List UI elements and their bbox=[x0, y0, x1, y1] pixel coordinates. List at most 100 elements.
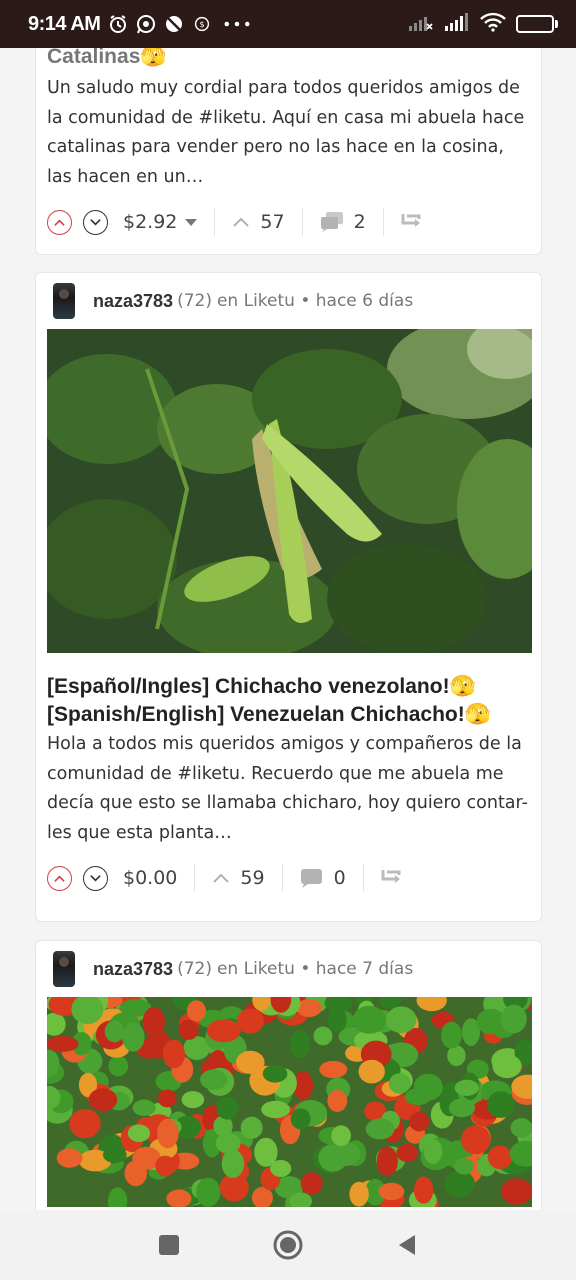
comments-count[interactable]: 0 bbox=[300, 867, 346, 889]
pepper-shape bbox=[448, 1098, 476, 1118]
post-excerpt[interactable]: Hola a todos mis queridos amigos y compa… bbox=[36, 730, 541, 848]
avatar[interactable] bbox=[53, 951, 75, 987]
chevron-down-icon bbox=[90, 218, 101, 226]
caret-down-icon bbox=[185, 218, 198, 226]
pepper-shape bbox=[186, 1000, 206, 1022]
whatsapp-icon bbox=[136, 14, 156, 34]
post-image[interactable] bbox=[47, 997, 532, 1207]
upvote-button[interactable] bbox=[47, 209, 72, 235]
pepper-shape bbox=[196, 1177, 221, 1207]
pepper-shape bbox=[103, 1146, 127, 1163]
post-title[interactable]: [Español/Ingles] Chichacho venezolano!🫣 … bbox=[36, 673, 541, 729]
mute-icon bbox=[164, 14, 184, 34]
downvote-button[interactable] bbox=[83, 865, 108, 891]
post-meta[interactable]: en Liketu • hace 6 días bbox=[217, 291, 413, 311]
wifi-icon bbox=[480, 12, 506, 36]
vote-count[interactable]: 57 bbox=[232, 211, 285, 233]
chevron-up-icon bbox=[233, 217, 250, 227]
comments-count[interactable]: 2 bbox=[320, 211, 366, 233]
comments-count-value: 0 bbox=[333, 867, 346, 889]
dollar-icon: $ bbox=[192, 14, 212, 34]
pepper-shape bbox=[404, 1088, 431, 1106]
reblog-button[interactable] bbox=[381, 867, 403, 890]
pepper-shape bbox=[221, 1149, 245, 1179]
pepper-shape bbox=[443, 1170, 475, 1198]
pepper-shape bbox=[216, 1096, 239, 1120]
home-button[interactable] bbox=[268, 1225, 308, 1265]
post-meta[interactable]: en Liketu • hace 7 días bbox=[217, 959, 413, 979]
upvote-button[interactable] bbox=[47, 865, 72, 891]
vote-count[interactable]: 59 bbox=[212, 867, 265, 889]
bean-plant-image bbox=[47, 329, 532, 653]
post-card[interactable]: Catalinas🫣 Un saludo muy cordial para to… bbox=[35, 48, 542, 255]
back-button[interactable] bbox=[387, 1225, 427, 1265]
svg-text:$: $ bbox=[200, 20, 205, 29]
pepper-shape bbox=[132, 1099, 156, 1116]
payout[interactable]: $0.00 bbox=[123, 867, 177, 889]
recents-button[interactable] bbox=[149, 1225, 189, 1265]
reblog-icon bbox=[381, 869, 401, 883]
divider bbox=[382, 208, 384, 236]
pepper-shape bbox=[500, 1004, 527, 1034]
chevron-up-icon bbox=[54, 874, 65, 882]
comments-icon bbox=[320, 212, 343, 232]
pepper-shape bbox=[261, 1100, 290, 1119]
post-title[interactable]: Catalinas🫣 bbox=[36, 48, 541, 71]
post-excerpt[interactable]: Un saludo muy cordial para todos querido… bbox=[36, 74, 541, 192]
post-card[interactable]: naza3783 (72) en Liketu • hace 6 días [E… bbox=[35, 272, 542, 922]
peppers-image bbox=[47, 997, 532, 1207]
author-reputation: (72) bbox=[177, 291, 212, 311]
post-actions: $2.92 57 2 bbox=[36, 192, 541, 252]
author-name[interactable]: naza3783 bbox=[93, 291, 173, 312]
post-header: naza3783 (72) en Liketu • hace 7 días bbox=[36, 941, 541, 997]
pepper-shape bbox=[510, 1118, 532, 1138]
battery-icon: 40 bbox=[516, 15, 558, 33]
avatar[interactable] bbox=[53, 283, 75, 319]
pepper-shape bbox=[331, 1125, 351, 1147]
divider bbox=[214, 208, 216, 236]
status-bar: 9:14 AM $ 40 bbox=[0, 0, 576, 48]
payout-value: $0.00 bbox=[123, 867, 178, 889]
divider bbox=[301, 208, 303, 236]
pepper-shape bbox=[300, 1172, 323, 1195]
pepper-shape bbox=[327, 1005, 347, 1033]
feed[interactable]: Catalinas🫣 Un saludo muy cordial para to… bbox=[0, 48, 576, 1210]
home-icon bbox=[273, 1230, 303, 1260]
pepper-shape bbox=[386, 1006, 417, 1034]
pepper-shape bbox=[487, 1091, 515, 1118]
pepper-shape bbox=[162, 1039, 185, 1069]
pepper-shape bbox=[240, 1116, 263, 1139]
post-actions: $0.00 59 0 bbox=[36, 848, 541, 908]
navigation-bar bbox=[0, 1210, 576, 1280]
pepper-shape bbox=[155, 1155, 176, 1177]
pepper-shape bbox=[409, 1111, 430, 1132]
divider bbox=[362, 864, 364, 892]
battery-level: 40 bbox=[534, 17, 550, 31]
chevron-up-icon bbox=[54, 218, 65, 226]
pepper-shape bbox=[236, 1008, 264, 1034]
divider bbox=[281, 864, 283, 892]
pepper-shape bbox=[454, 1079, 479, 1096]
pepper-shape bbox=[104, 1020, 125, 1043]
pepper-shape bbox=[47, 1035, 79, 1052]
pepper-shape bbox=[500, 1178, 532, 1205]
pepper-shape bbox=[313, 1026, 333, 1046]
pepper-shape bbox=[376, 1146, 398, 1177]
reblog-button[interactable] bbox=[401, 211, 423, 234]
payout-value: $2.92 bbox=[123, 211, 178, 233]
comments-count-value: 2 bbox=[353, 211, 366, 233]
pepper-shape bbox=[358, 1059, 385, 1084]
chevron-up-icon bbox=[213, 873, 230, 883]
pepper-shape bbox=[327, 1089, 348, 1112]
post-image[interactable] bbox=[47, 329, 532, 653]
pepper-shape bbox=[157, 1089, 177, 1108]
pepper-shape bbox=[262, 1064, 288, 1083]
post-card[interactable]: naza3783 (72) en Liketu • hace 7 días bbox=[35, 940, 542, 1210]
downvote-button[interactable] bbox=[83, 209, 108, 235]
vote-count-value: 59 bbox=[240, 867, 265, 889]
status-right: 40 bbox=[408, 12, 558, 36]
pepper-shape bbox=[388, 1073, 411, 1094]
author-name[interactable]: naza3783 bbox=[93, 959, 173, 980]
battery-tip bbox=[555, 20, 558, 28]
payout[interactable]: $2.92 bbox=[123, 211, 198, 233]
